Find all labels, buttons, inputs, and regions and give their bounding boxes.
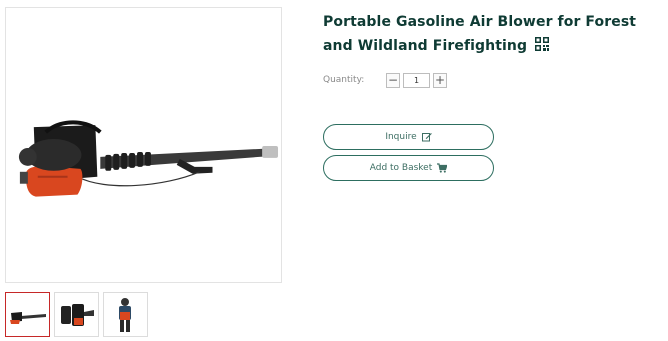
add-to-basket-button[interactable]: Add to Basket: [323, 155, 494, 181]
qr-code-icon[interactable]: [535, 35, 550, 51]
quantity-row: Quantity: − +: [323, 72, 653, 88]
product-info-panel: Portable Gasoline Air Blower for Forest …: [323, 10, 653, 181]
product-page: Portable Gasoline Air Blower for Forest …: [0, 0, 668, 341]
quantity-stepper: − +: [386, 72, 447, 88]
quantity-decrement-button[interactable]: −: [386, 72, 400, 88]
blower-side-thumbnail-image: [7, 294, 48, 335]
blower-back-thumbnail-image: [56, 294, 97, 335]
inquire-button-label: Inquire: [385, 132, 417, 142]
add-to-basket-label: Add to Basket: [369, 163, 433, 173]
thumbnail-operator[interactable]: [103, 292, 148, 337]
operator-thumbnail-image: [105, 294, 146, 335]
air-blower-photo: [6, 8, 281, 282]
thumbnail-strip: [5, 292, 148, 337]
edit-icon: [421, 133, 432, 142]
product-title: Portable Gasoline Air Blower for Forest …: [323, 10, 653, 58]
cart-icon: [437, 163, 448, 173]
product-title-text: Portable Gasoline Air Blower for Forest …: [323, 14, 637, 54]
quantity-input[interactable]: [403, 72, 430, 88]
quantity-increment-button[interactable]: +: [433, 72, 447, 88]
thumbnail-blower-back[interactable]: [54, 292, 99, 337]
quantity-label: Quantity:: [323, 75, 365, 85]
thumbnail-blower-side[interactable]: [5, 292, 50, 337]
product-main-image[interactable]: [5, 7, 282, 283]
inquire-button[interactable]: Inquire: [323, 124, 494, 150]
